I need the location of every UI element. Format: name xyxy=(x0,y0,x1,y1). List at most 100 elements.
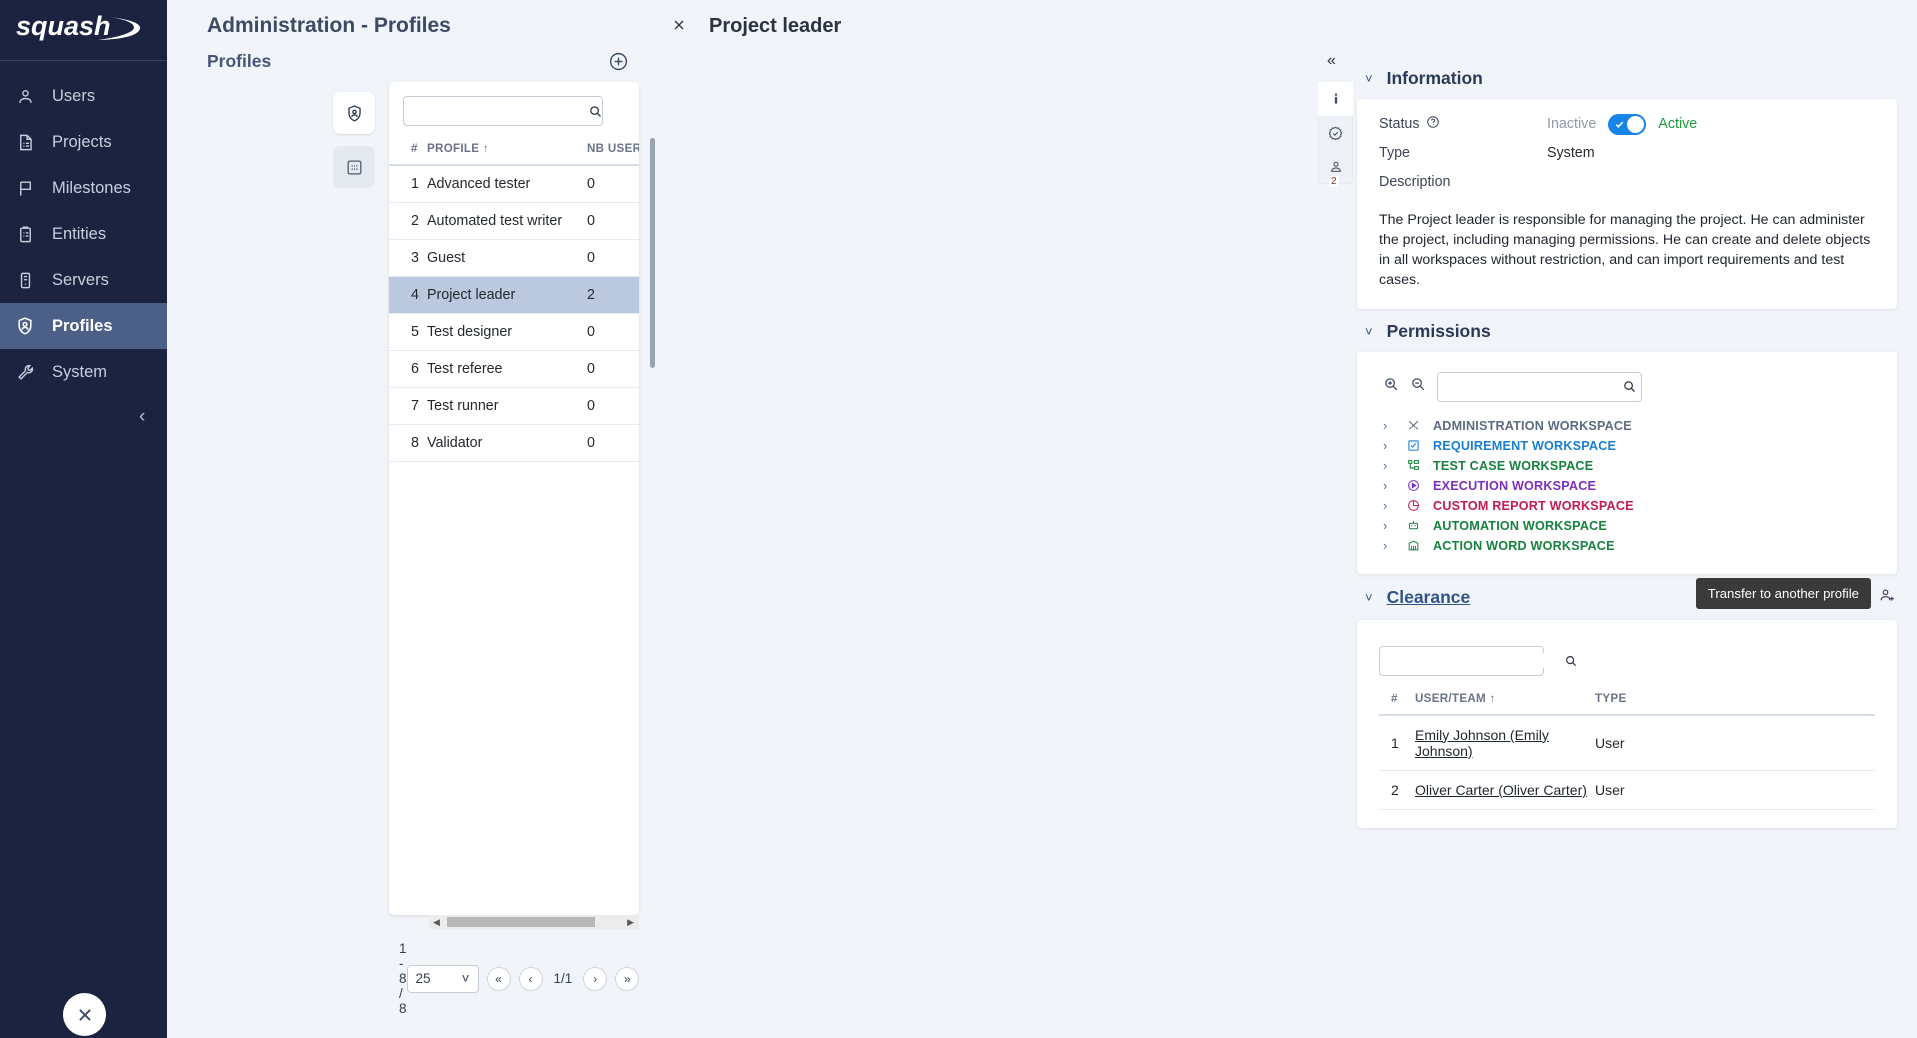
status-label: Status xyxy=(1379,116,1420,132)
column-header-index[interactable]: # xyxy=(1379,686,1415,715)
chevron-right-icon[interactable]: › xyxy=(1383,438,1393,453)
expand-all-button[interactable] xyxy=(1383,376,1400,398)
clearance-search-input[interactable] xyxy=(1388,653,1564,668)
table-row[interactable]: 8 Validator 0 Active xyxy=(389,425,639,462)
help-icon[interactable] xyxy=(1426,115,1440,133)
add-profile-button[interactable] xyxy=(608,51,629,72)
table-row[interactable]: 7 Test runner 0 Active xyxy=(389,388,639,425)
chevron-right-icon[interactable]: › xyxy=(1383,458,1393,473)
tab-information[interactable] xyxy=(1318,82,1353,116)
chevron-right-icon[interactable]: › xyxy=(1383,538,1393,553)
row-nb-users: 0 xyxy=(587,351,639,388)
badge-check-icon xyxy=(1327,125,1344,142)
table-row[interactable]: 1 Advanced tester 0 Active xyxy=(389,165,639,203)
sidebar-item-projects[interactable]: Projects xyxy=(0,119,167,165)
information-section-header[interactable]: ˅ Information xyxy=(1357,56,1897,99)
vertical-scrollbar[interactable] xyxy=(650,138,655,368)
workspace-row-requirement[interactable]: › REQUIREMENT WORKSPACE xyxy=(1383,436,1875,456)
last-page-button[interactable]: » xyxy=(615,967,639,991)
status-toggle[interactable] xyxy=(1608,114,1646,135)
clearance-search-box[interactable] xyxy=(1379,646,1544,676)
workspace-row-custom-report[interactable]: › CUSTOM REPORT WORKSPACE xyxy=(1383,496,1875,516)
sidebar-close-button[interactable] xyxy=(63,993,106,1036)
table-row[interactable]: 2 Automated test writer 0 Active xyxy=(389,203,639,240)
table-row[interactable]: 6 Test referee 0 Active xyxy=(389,351,639,388)
description-label: Description xyxy=(1379,174,1547,190)
scroll-right-icon[interactable]: ▶ xyxy=(627,918,634,927)
horizontal-scrollbar[interactable]: ◀ ▶ xyxy=(429,915,639,929)
tab-permissions[interactable] xyxy=(1318,116,1353,150)
tab-clearance[interactable]: 2 xyxy=(1318,150,1353,184)
flag-icon xyxy=(14,179,36,198)
info-icon xyxy=(1328,91,1344,107)
detail-close-button[interactable] xyxy=(671,17,687,36)
column-header-profile[interactable]: PROFILE ↑ xyxy=(427,136,587,165)
user-link[interactable]: Oliver Carter (Oliver Carter) xyxy=(1415,782,1587,798)
profiles-search-input[interactable] xyxy=(412,104,588,119)
squash-logo[interactable]: squash xyxy=(0,0,167,60)
table-row[interactable]: 1 Emily Johnson (Emily Johnson) User xyxy=(1379,715,1875,771)
checkbox-icon xyxy=(1405,439,1421,452)
detail-collapse-button[interactable]: « xyxy=(1327,52,1336,70)
chevron-right-icon[interactable]: › xyxy=(1383,478,1393,493)
clearance-table: # USER/TEAM ↑ TYPE 1 Emily John xyxy=(1379,686,1875,810)
sidebar-item-entities[interactable]: Entities xyxy=(0,211,167,257)
panel-rail xyxy=(333,92,375,200)
profiles-search-box[interactable] xyxy=(403,96,603,126)
workspace-label: EXECUTION WORKSPACE xyxy=(1433,479,1596,493)
sidebar-item-label: Users xyxy=(52,87,95,106)
table-row[interactable]: 2 Oliver Carter (Oliver Carter) User xyxy=(1379,770,1875,809)
scrollbar-thumb[interactable] xyxy=(447,917,595,927)
transfer-to-another-profile-button[interactable] xyxy=(1878,586,1897,610)
collapse-all-button[interactable] xyxy=(1410,376,1427,398)
sidebar-item-profiles[interactable]: Profiles xyxy=(0,303,167,349)
sidebar-item-system[interactable]: System xyxy=(0,349,167,395)
previous-page-button[interactable]: ‹ xyxy=(519,967,543,991)
scroll-left-icon[interactable]: ◀ xyxy=(433,918,440,927)
table-row[interactable]: 3 Guest 0 Active xyxy=(389,240,639,277)
next-page-button[interactable]: › xyxy=(583,967,607,991)
clearance-section-header[interactable]: ˅ Clearance Transfer to another profile xyxy=(1357,574,1897,620)
workspace-row-action-word[interactable]: › ACTION WORD WORKSPACE xyxy=(1383,536,1875,556)
workspace-row-test-case[interactable]: › TEST CASE WORKSPACE xyxy=(1383,456,1875,476)
chevron-right-icon[interactable]: › xyxy=(1383,498,1393,513)
column-header-user-team[interactable]: USER/TEAM ↑ xyxy=(1415,686,1595,715)
profiles-list-panel: Administration - Profiles Profiles xyxy=(167,0,657,1038)
server-icon xyxy=(14,271,36,290)
workspace-row-administration[interactable]: › ADMINISTRATION WORKSPACE xyxy=(1383,416,1875,436)
first-page-button[interactable]: « xyxy=(487,967,511,991)
library-icon xyxy=(1405,539,1421,552)
sidebar-collapse-button[interactable]: ‹ xyxy=(139,407,145,426)
column-header-type[interactable]: TYPE xyxy=(1595,686,1875,715)
description-text: The Project leader is responsible for ma… xyxy=(1379,198,1875,291)
sidebar-item-servers[interactable]: Servers xyxy=(0,257,167,303)
grid-rail-button[interactable] xyxy=(333,146,375,188)
sidebar-item-users[interactable]: Users xyxy=(0,73,167,119)
table-row[interactable]: 5 Test designer 0 Active xyxy=(389,314,639,351)
chevron-right-icon[interactable]: › xyxy=(1383,418,1393,433)
detail-header: Project leader xyxy=(657,0,1917,52)
row-profile: Test designer xyxy=(427,314,587,351)
column-header-nb-users-teams[interactable]: NB USERS/TEAMS xyxy=(587,136,639,165)
chevron-down-icon: ˅ xyxy=(462,971,470,986)
column-header-index[interactable]: # xyxy=(389,136,427,165)
workspace-row-execution[interactable]: › EXECUTION WORKSPACE xyxy=(1383,476,1875,496)
permissions-search-box[interactable] xyxy=(1437,372,1642,402)
permissions-section-header[interactable]: ˅ Permissions xyxy=(1357,309,1897,352)
sidebar-item-milestones[interactable]: Milestones xyxy=(0,165,167,211)
table-row-selected[interactable]: 4 Project leader 2 Active xyxy=(389,277,639,314)
profiles-rail-button[interactable] xyxy=(333,92,375,134)
user-link[interactable]: Emily Johnson (Emily Johnson) xyxy=(1415,727,1549,759)
page-size-select[interactable]: 25 ˅ xyxy=(407,965,479,993)
row-user-team: Oliver Carter (Oliver Carter) xyxy=(1415,770,1595,809)
chevron-down-icon: ˅ xyxy=(1365,590,1373,605)
profiles-card: # PROFILE ↑ NB USERS/TEAMS STATUS 1 xyxy=(389,82,639,915)
row-profile: Automated test writer xyxy=(427,203,587,240)
row-index: 2 xyxy=(389,203,427,240)
horizontal-scrollbar-row: ◀ ▶ xyxy=(167,915,657,935)
row-index: 1 xyxy=(389,165,427,203)
permissions-search-input[interactable] xyxy=(1446,379,1622,394)
chevron-right-icon[interactable]: › xyxy=(1383,518,1393,533)
row-profile: Project leader xyxy=(427,277,587,314)
workspace-row-automation[interactable]: › AUTOMATION WORKSPACE xyxy=(1383,516,1875,536)
